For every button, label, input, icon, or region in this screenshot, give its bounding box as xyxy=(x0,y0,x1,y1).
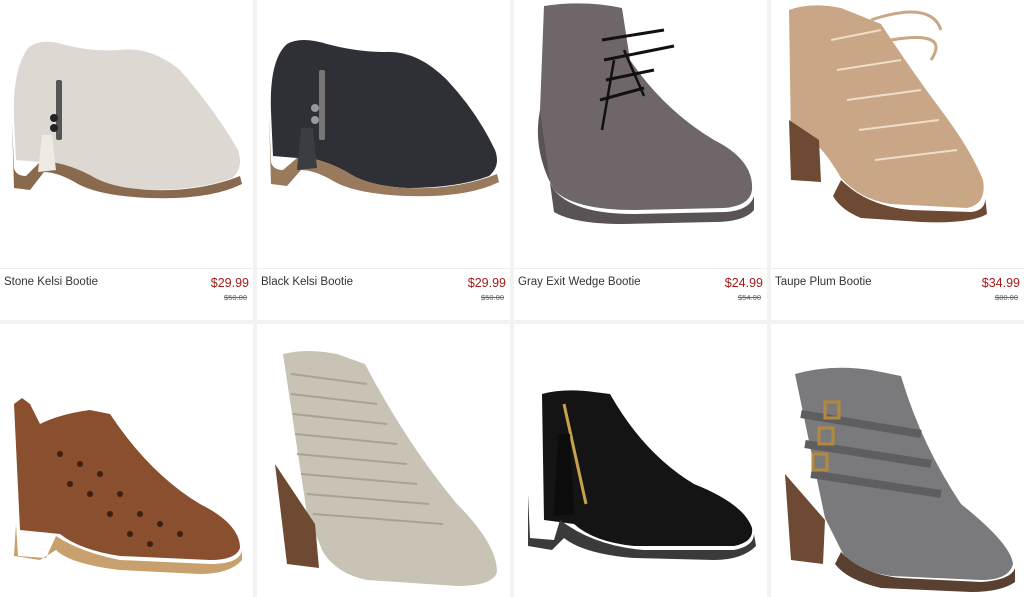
product-info: Black Kelsi Bootie $29.99 $50.00 xyxy=(257,268,510,320)
sale-price: $34.99 xyxy=(981,276,1020,290)
product-card[interactable] xyxy=(771,324,1024,597)
bootie-image xyxy=(12,41,242,199)
bootie-image xyxy=(785,367,1015,592)
product-image[interactable] xyxy=(0,0,253,268)
original-price: $50.00 xyxy=(481,293,504,302)
product-image[interactable] xyxy=(0,324,253,597)
product-card[interactable]: Taupe Plum Bootie $34.99 $80.00 xyxy=(771,0,1024,320)
product-card[interactable]: Black Kelsi Bootie $29.99 $50.00 xyxy=(257,0,510,320)
product-card[interactable] xyxy=(257,324,510,597)
product-info: Taupe Plum Bootie $34.99 $80.00 xyxy=(771,268,1024,320)
product-info: Stone Kelsi Bootie $29.99 $50.00 xyxy=(0,268,253,320)
product-image[interactable] xyxy=(514,0,767,268)
product-name[interactable]: Stone Kelsi Bootie xyxy=(4,276,98,288)
bootie-image xyxy=(14,398,242,574)
product-name[interactable]: Taupe Plum Bootie xyxy=(775,276,872,288)
sale-price: $24.99 xyxy=(724,276,763,290)
sale-price: $29.99 xyxy=(467,276,506,290)
product-image[interactable] xyxy=(771,0,1024,268)
product-image[interactable] xyxy=(771,324,1024,597)
sale-price: $29.99 xyxy=(210,276,249,290)
product-card[interactable]: Stone Kelsi Bootie $29.99 $50.00 xyxy=(0,0,253,320)
original-price: $54.00 xyxy=(738,293,761,302)
bootie-image xyxy=(269,40,499,197)
product-name[interactable]: Black Kelsi Bootie xyxy=(261,276,353,288)
product-image[interactable] xyxy=(257,0,510,268)
product-card[interactable] xyxy=(0,324,253,597)
original-price: $80.00 xyxy=(995,293,1018,302)
product-name[interactable]: Gray Exit Wedge Bootie xyxy=(518,276,641,288)
product-card[interactable]: Gray Exit Wedge Bootie $24.99 $54.00 xyxy=(514,0,767,320)
product-card[interactable] xyxy=(514,324,767,597)
bootie-image xyxy=(789,5,987,223)
bootie-image xyxy=(275,351,497,586)
product-info: Gray Exit Wedge Bootie $24.99 $54.00 xyxy=(514,268,767,320)
product-image[interactable] xyxy=(514,324,767,597)
bootie-image xyxy=(528,390,756,560)
product-image[interactable] xyxy=(257,324,510,597)
bootie-image xyxy=(537,3,754,224)
product-grid: Stone Kelsi Bootie $29.99 $50.00 Black K… xyxy=(0,0,1024,597)
original-price: $50.00 xyxy=(224,293,247,302)
